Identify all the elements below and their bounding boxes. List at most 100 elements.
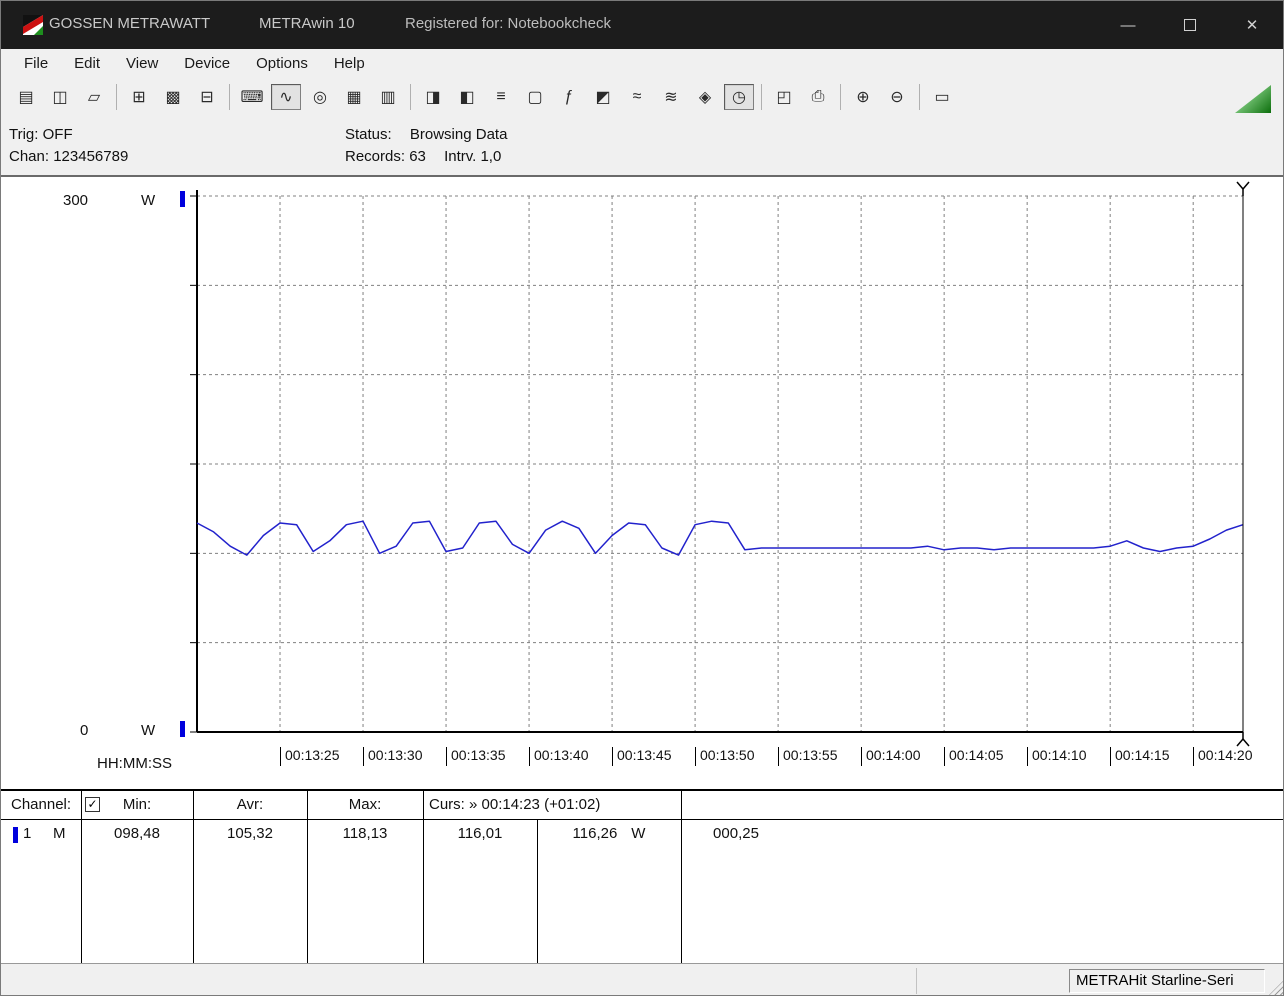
device-name-field: METRAHit Starline-Seri (1069, 969, 1265, 993)
cursor2-number: 116,26 (572, 825, 618, 842)
trig-value: OFF (42, 126, 73, 143)
records-line: Records: 63 Intrv. 1,0 (345, 148, 501, 165)
x-axis-format-label: HH:MM:SS (97, 755, 172, 772)
scope-view-icon[interactable]: ◎ (305, 84, 335, 110)
channel-marker-top (180, 191, 185, 207)
cell-min-value: 098,48 (114, 825, 160, 842)
col-header-cursor: Curs: » 00:14:23 (+01:02) (429, 796, 601, 813)
snapshot-icon[interactable]: ▩ (158, 84, 188, 110)
x-axis-ticks: 00:13:25 00:13:30 00:13:35 00:13:40 00:13:45… (197, 747, 1257, 769)
col-header-max: Max: (348, 796, 382, 813)
print-icon[interactable]: ⎙ (803, 84, 833, 110)
maximize-button[interactable] (1159, 1, 1221, 49)
info-panel: Trig: OFF Chan: 123456789 Status: Browsi… (1, 115, 1283, 177)
chan-status: Chan: 123456789 (9, 148, 128, 165)
file-open-icon[interactable]: ▱ (79, 84, 109, 110)
file-new-icon[interactable]: ▤ (11, 84, 41, 110)
menu-options[interactable]: Options (243, 49, 321, 79)
toolbar-separator (116, 84, 117, 110)
menu-view[interactable]: View (113, 49, 171, 79)
x-tick-label: 00:14:20 (1193, 747, 1253, 766)
titlebar-brand: GOSSEN METRAWATT (49, 15, 211, 32)
menu-edit[interactable]: Edit (61, 49, 113, 79)
device-display-icon[interactable]: ◩ (588, 84, 618, 110)
toolbar-separator (919, 84, 920, 110)
channel-1-color-marker (13, 827, 18, 843)
x-tick-label: 00:14:00 (861, 747, 921, 766)
y-axis-unit-bottom: W (141, 722, 156, 739)
menubar: File Edit View Device Options Help (1, 49, 1283, 79)
x-tick-label: 00:14:10 (1027, 747, 1087, 766)
numeric-display-icon[interactable]: ⌨ (237, 84, 267, 110)
maximize-icon (1184, 19, 1196, 31)
zoom-in-icon[interactable]: ⊕ (848, 84, 878, 110)
y-axis-unit-top: W (141, 192, 156, 209)
x-tick-label: 00:14:05 (944, 747, 1004, 766)
signal-log-icon[interactable]: ≋ (656, 84, 686, 110)
measurement-table: Channel: ✓ Min: Avr: Max: Curs: » 00:14:… (1, 789, 1283, 965)
timer-icon[interactable]: ◷ (724, 84, 754, 110)
signal-live-icon[interactable]: ≈ (622, 84, 652, 110)
device-write-icon[interactable]: ◧ (452, 84, 482, 110)
toolbar-separator (761, 84, 762, 110)
x-tick-label: 00:13:45 (612, 747, 672, 766)
y-axis-max-label: 300 (63, 192, 89, 209)
status-label: Status: (345, 126, 392, 143)
resize-grip-icon[interactable] (1268, 980, 1283, 995)
x-tick-label: 00:14:15 (1110, 747, 1170, 766)
x-tick-label: 00:13:35 (446, 747, 506, 766)
channel-marker-bottom (180, 721, 185, 737)
menu-file[interactable]: File (11, 49, 61, 79)
copy-page-icon[interactable]: ⊟ (192, 84, 222, 110)
menu-help[interactable]: Help (321, 49, 378, 79)
menu-device[interactable]: Device (171, 49, 243, 79)
cell-channel-number: 1 (23, 825, 32, 842)
titlebar: GOSSEN METRAWATT METRAwin 10 Registered … (1, 1, 1283, 49)
titlebar-app-name: METRAwin 10 (259, 15, 355, 32)
close-button[interactable]: ✕ (1221, 1, 1283, 49)
col-header-channel: Channel: (11, 796, 72, 813)
y-axis-min-label: 0 (80, 722, 89, 739)
statusbar: METRAHit Starline-Seri (1, 963, 1283, 995)
pc-monitor-icon[interactable]: ▢ (520, 84, 550, 110)
x-tick-label: 00:13:50 (695, 747, 755, 766)
toolbar-separator (840, 84, 841, 110)
zoom-out-icon[interactable]: ⊖ (882, 84, 912, 110)
print-preview-icon[interactable]: ◰ (769, 84, 799, 110)
chart-plot-area[interactable] (190, 181, 1250, 747)
function-icon[interactable]: ƒ (554, 84, 584, 110)
col-header-min: Min: (122, 796, 152, 813)
chan-value: 123456789 (53, 148, 129, 165)
chart-panel: 300 W 0 W 00:13:25 00:13:30 00:13:35 00:13:… (1, 177, 1283, 789)
cell-cursor1-value: 116,01 (457, 825, 503, 842)
cell-avr-value: 105,32 (227, 825, 273, 842)
table-gridline (681, 791, 682, 965)
col-header-avr: Avr: (236, 796, 264, 813)
table-view-icon[interactable]: ▦ (339, 84, 369, 110)
cell-channel-mode: M (53, 825, 66, 842)
app-logo-icon[interactable] (23, 15, 43, 35)
overlay-icon[interactable]: ◈ (690, 84, 720, 110)
status-value: Browsing Data (409, 126, 508, 143)
x-tick-label: 00:13:40 (529, 747, 589, 766)
table-gridline (423, 791, 424, 965)
titlebar-registered: Registered for: Notebookcheck (405, 15, 611, 32)
annotation-icon[interactable]: ▭ (927, 84, 957, 110)
minimize-button[interactable]: — (1097, 1, 1159, 49)
chart-view-icon[interactable]: ∿ (271, 84, 301, 110)
chan-label: Chan: (9, 148, 50, 165)
cursor2-unit: W (631, 825, 646, 842)
statusbar-divider (916, 968, 917, 994)
records-label: Records: (345, 148, 406, 165)
window-controls: — ✕ (1097, 1, 1283, 49)
toolbar-separator (229, 84, 230, 110)
device-read-icon[interactable]: ◨ (418, 84, 448, 110)
app-window: GOSSEN METRAWATT METRAwin 10 Registered … (0, 0, 1284, 996)
scale-settings-icon[interactable]: ▥ (373, 84, 403, 110)
table-gridline (193, 791, 194, 965)
records-value: 63 (409, 148, 426, 165)
device-list-icon[interactable]: ≡ (486, 84, 516, 110)
export-icon[interactable]: ⊞ (124, 84, 154, 110)
file-save-icon[interactable]: ◫ (45, 84, 75, 110)
x-tick-label: 00:13:55 (778, 747, 838, 766)
